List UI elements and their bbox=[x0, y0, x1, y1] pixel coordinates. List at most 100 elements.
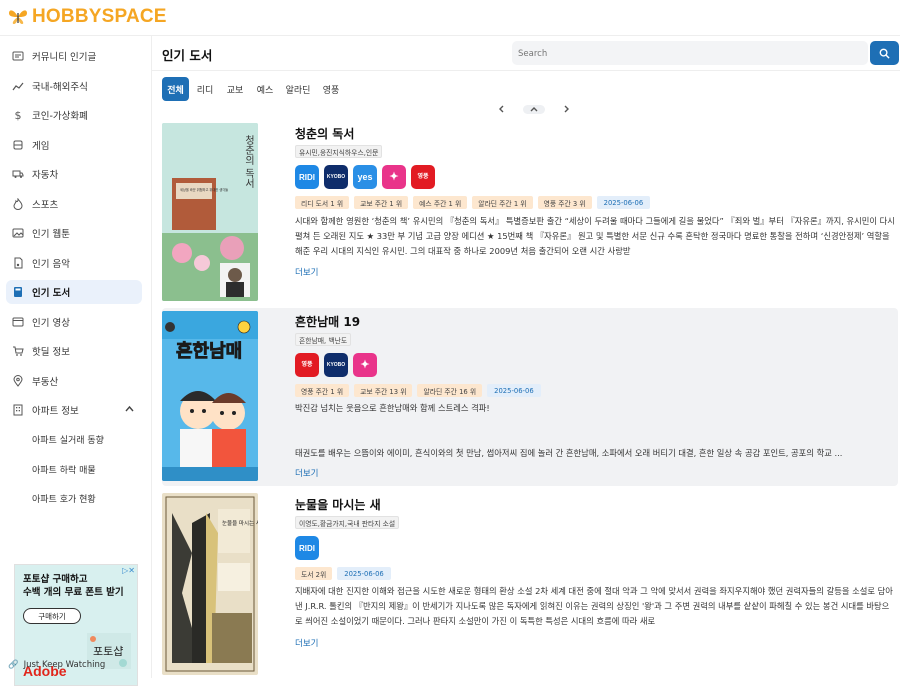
sidebar-subitem[interactable]: 아파트 실거래 동향 bbox=[32, 433, 104, 446]
sidebar-item-label: 부동산 bbox=[32, 376, 59, 388]
footer-link[interactable]: 🔗 Just Keep Watching bbox=[8, 660, 105, 670]
store-icons: RIDI bbox=[295, 536, 319, 560]
sidebar: ▷✕ 포토샵 구매하고 수백 개의 무료 폰트 받기 구매하기 포토샵 Adob… bbox=[0, 36, 152, 686]
sidebar-item[interactable]: 자동차 bbox=[6, 162, 142, 186]
search-button[interactable] bbox=[870, 41, 899, 65]
butterfly-icon bbox=[9, 10, 27, 24]
sidebar-item-label: 인기 도서 bbox=[32, 288, 71, 299]
store-aladin-icon[interactable]: ✦ bbox=[353, 353, 377, 377]
more-link[interactable]: 더보기 bbox=[295, 467, 318, 479]
sidebar-item[interactable]: 게임 bbox=[6, 133, 142, 157]
chevron-left-icon[interactable] bbox=[497, 105, 507, 113]
svg-text:흔한남매: 흔한남매 bbox=[176, 340, 242, 362]
sidebar-subitem[interactable]: 아파트 호가 현황 bbox=[32, 492, 96, 505]
ad-choices-icon[interactable]: ▷✕ bbox=[122, 566, 135, 575]
rank-badges: 도서 2위 2025-06-06 bbox=[295, 567, 391, 580]
chevron-right-icon[interactable] bbox=[561, 105, 571, 113]
sidebar-item[interactable]: 스포츠 bbox=[6, 192, 142, 216]
svg-text:눈물을 마시는 새: 눈물을 마시는 새 bbox=[222, 519, 258, 527]
store-영풍문고-icon[interactable]: 영풍 bbox=[411, 165, 435, 189]
search-icon bbox=[879, 48, 890, 59]
ad-art-text: 포토샵 bbox=[93, 645, 123, 658]
rank-badge: 도서 2위 bbox=[295, 567, 333, 580]
sidebar-item[interactable]: 핫딜 정보 bbox=[6, 339, 142, 363]
sidebar-item-label: 아파트 정보 bbox=[32, 406, 79, 417]
book-icon bbox=[12, 286, 24, 298]
tab[interactable]: 전체 bbox=[162, 77, 189, 101]
sidebar-item[interactable]: 부동산 bbox=[6, 369, 142, 393]
tab[interactable]: 알라딘 bbox=[282, 77, 314, 101]
sidebar-item-label: 코인-가상화폐 bbox=[32, 111, 88, 122]
tab[interactable]: 영풍 bbox=[318, 77, 344, 101]
store-icons: RIDI KYOBO yes ✦ 영풍 bbox=[295, 165, 435, 189]
rank-badge: 예스 주간 1 위 bbox=[413, 196, 468, 209]
svg-text:청춘의 독서: 청춘의 독서 bbox=[243, 135, 255, 189]
rank-badge: 영풍 주간 1 위 bbox=[295, 384, 350, 397]
book-cover[interactable]: 눈물을 마시는 새 bbox=[162, 493, 258, 675]
cover-art-1: 세상을 바꾼 위험하고 위대한 생각들 청춘의 독서 bbox=[162, 123, 258, 301]
more-link[interactable]: 더보기 bbox=[295, 266, 318, 278]
logo[interactable]: HOBBYSPACE bbox=[8, 6, 167, 28]
sidebar-item[interactable]: 인기 웹툰 bbox=[6, 221, 142, 245]
rank-badges: 영풍 주간 1 위 교보 주간 13 위 알라딘 주간 16 위 2025-06-06 bbox=[295, 384, 541, 397]
book-title[interactable]: 청춘의 독서 bbox=[295, 125, 354, 142]
chart-line-icon bbox=[12, 80, 24, 92]
store-ridi-icon[interactable]: RIDI bbox=[295, 165, 319, 189]
cover-art-2: 흔한남매 bbox=[162, 311, 258, 481]
tab[interactable]: 리디 bbox=[192, 77, 218, 101]
more-link[interactable]: 더보기 bbox=[295, 637, 318, 649]
header-divider bbox=[152, 70, 900, 71]
chevron-up-icon[interactable] bbox=[523, 104, 545, 114]
music-file-icon bbox=[12, 257, 24, 269]
sidebar-item[interactable]: 커뮤니티 인기글 bbox=[6, 44, 142, 68]
store-kyobo-icon[interactable]: KYOBO bbox=[324, 165, 348, 189]
building-icon bbox=[12, 404, 24, 416]
sidebar-item[interactable]: 인기 음악 bbox=[6, 251, 142, 275]
store-kyobo-icon[interactable]: KYOBO bbox=[324, 353, 348, 377]
book-description: 지배자에 대한 진지한 이해와 접근을 시도한 새로운 형태의 환상 소설 2차… bbox=[295, 586, 893, 626]
ad-buy-button[interactable]: 구매하기 bbox=[23, 608, 81, 624]
sidebar-subitem[interactable]: 아파트 하락 매물 bbox=[32, 463, 96, 476]
sidebar-item[interactable]: $ 코인-가상화폐 bbox=[6, 103, 142, 127]
book-card[interactable]: 눈물을 마시는 새 눈물을 마시는 새 이영도,황금가지,국내 판타지 소설 R… bbox=[162, 489, 898, 677]
dollar-icon: $ bbox=[14, 108, 22, 122]
sidebar-item[interactable]: 아파트 정보 bbox=[6, 398, 142, 422]
sidebar-item[interactable]: 국내-해외주식 bbox=[6, 74, 142, 98]
store-ridi-icon[interactable]: RIDI bbox=[295, 536, 319, 560]
store-aladin-icon[interactable]: ✦ bbox=[382, 165, 406, 189]
sidebar-item-label: 인기 영상 bbox=[32, 317, 70, 329]
svg-text:세상을 바꾼 위험하고 위대한 생각들: 세상을 바꾼 위험하고 위대한 생각들 bbox=[180, 187, 228, 192]
sidebar-item-label: 핫딜 정보 bbox=[32, 347, 70, 358]
image-icon bbox=[12, 227, 24, 239]
video-icon bbox=[12, 316, 24, 328]
sidebar-item[interactable]: 인기 영상 bbox=[6, 310, 142, 334]
book-cover[interactable]: 세상을 바꾼 위험하고 위대한 생각들 청춘의 독서 bbox=[162, 123, 258, 301]
rank-badge: 영풍 주간 3 위 bbox=[537, 196, 592, 209]
top-bar: HOBBYSPACE bbox=[0, 0, 900, 36]
date-badge: 2025-06-06 bbox=[487, 384, 541, 397]
book-card[interactable]: 흔한남매 흔한남매 19 흔한남매, 백난도 영풍 KYOBO ✦ 영풍 주간 1 … bbox=[162, 308, 898, 486]
book-publisher-tag: 이영도,황금가지,국내 판타지 소설 bbox=[295, 516, 400, 529]
chevron-up-icon[interactable] bbox=[125, 404, 134, 415]
book-title[interactable]: 흔한남매 19 bbox=[295, 313, 360, 330]
book-description-more: 태권도를 배우는 으뜸이와 에이미, 흔식이와의 첫 만남, 썹아저씨 집에 놀… bbox=[295, 448, 843, 458]
date-badge: 2025-06-06 bbox=[337, 567, 391, 580]
sidebar-item[interactable]: 인기 도서 bbox=[6, 280, 142, 304]
page-title: 인기 도서 bbox=[162, 48, 213, 63]
gamepad-icon bbox=[12, 139, 24, 151]
search-input[interactable] bbox=[512, 42, 852, 66]
book-cover[interactable]: 흔한남매 bbox=[162, 311, 258, 481]
main-content: 인기 도서 전체리디교보예스알라딘영풍 세상을 바꾼 위험하고 위대한 생각들 … bbox=[152, 36, 900, 678]
sidebar-item-label: 게임 bbox=[32, 140, 50, 152]
book-card[interactable]: 세상을 바꾼 위험하고 위대한 생각들 청춘의 독서 청춘의 독서 유시민,웅진… bbox=[162, 119, 898, 305]
store-yes24-icon[interactable]: yes bbox=[353, 165, 377, 189]
sidebar-item-label: 자동차 bbox=[32, 170, 59, 181]
tab[interactable]: 예스 bbox=[252, 77, 278, 101]
book-title[interactable]: 눈물을 마시는 새 bbox=[295, 496, 381, 513]
newspaper-icon bbox=[12, 50, 24, 62]
store-영풍문고-icon[interactable]: 영풍 bbox=[295, 353, 319, 377]
tab[interactable]: 교보 bbox=[222, 77, 248, 101]
sidebar-item-label: 인기 음악 bbox=[32, 258, 70, 270]
ad-title: 포토샵 구매하고 수백 개의 무료 폰트 받기 bbox=[23, 574, 124, 598]
book-publisher-tag: 유시민,웅진지식하우스,인문 bbox=[295, 145, 383, 158]
